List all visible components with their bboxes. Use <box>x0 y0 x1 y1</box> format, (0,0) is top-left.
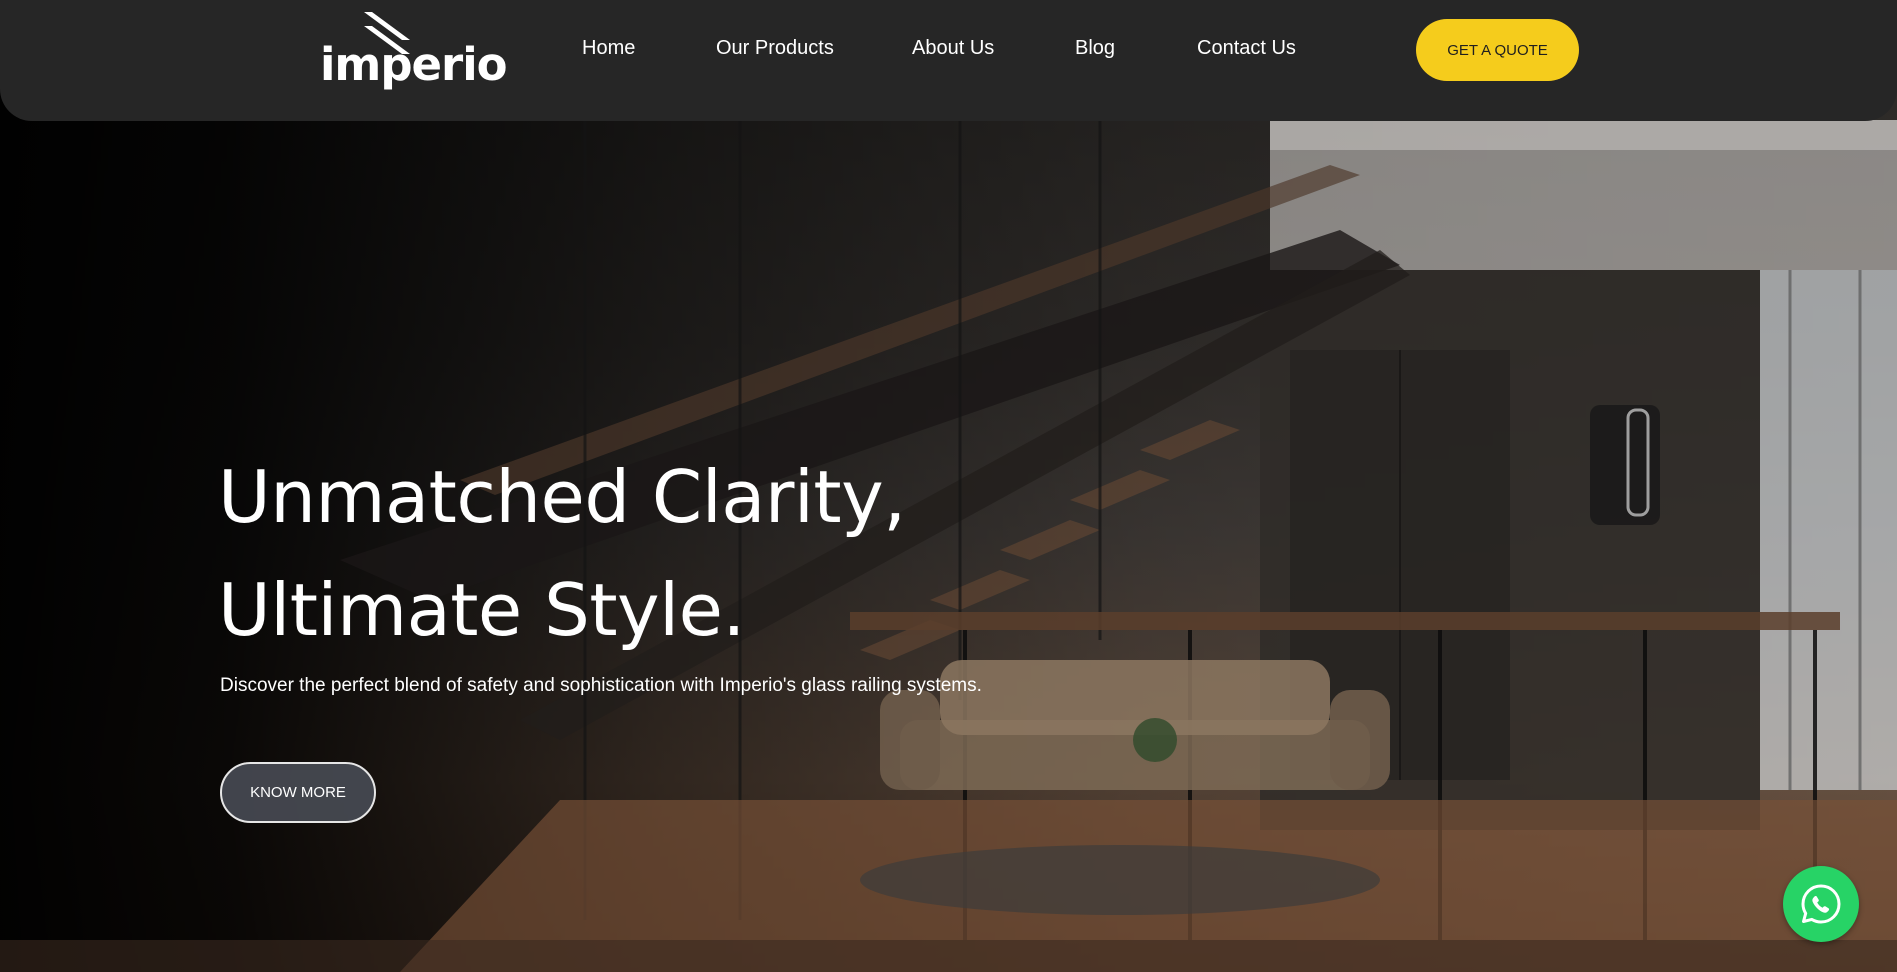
hero-headline-line2: Ultimate Style. <box>218 568 745 652</box>
nav-item-about-us[interactable]: About Us <box>912 37 994 60</box>
hero-subtext: Discover the perfect blend of safety and… <box>220 675 982 696</box>
imperio-logo[interactable]: imperio <box>318 10 508 90</box>
whatsapp-icon <box>1801 884 1841 924</box>
logo-wordmark: imperio <box>320 38 508 91</box>
whatsapp-chat-button[interactable] <box>1783 866 1859 942</box>
nav-item-blog[interactable]: Blog <box>1075 37 1115 60</box>
site-header: imperio Home Our Products About Us Blog … <box>0 0 1897 121</box>
nav-item-our-products[interactable]: Our Products <box>716 37 834 60</box>
nav-item-contact-us[interactable]: Contact Us <box>1197 37 1296 60</box>
get-a-quote-button[interactable]: GET A QUOTE <box>1416 19 1579 81</box>
nav-item-home[interactable]: Home <box>582 37 635 60</box>
know-more-button[interactable]: KNOW MORE <box>220 762 376 823</box>
page: imperio Home Our Products About Us Blog … <box>0 0 1897 972</box>
hero-headline-line1: Unmatched Clarity, <box>218 455 906 539</box>
